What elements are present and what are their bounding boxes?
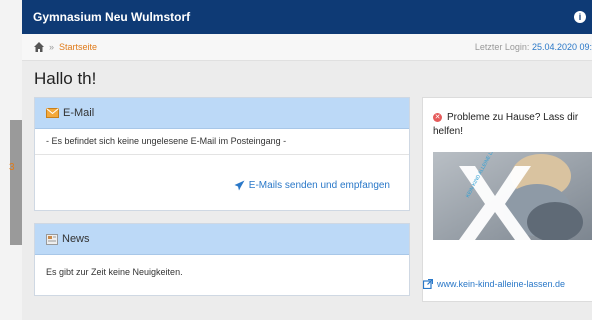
- help-campaign-link-label: www.kein-kind-alleine-lassen.de: [437, 279, 566, 289]
- last-login-date: 25.04.2020 09:: [531, 42, 592, 52]
- page-title: Hallo th!: [34, 69, 97, 88]
- left-edge-marker: 3: [9, 162, 15, 173]
- last-login-info: Letzter Login: 25.04.2020 09:: [475, 42, 592, 52]
- mail-panel-title: E-Mail: [63, 107, 95, 119]
- help-campaign-panel: ✕Probleme zu Hause? Lass dir helfen! KEI…: [422, 97, 592, 302]
- newspaper-icon: [46, 233, 58, 245]
- breadcrumb-startseite-link[interactable]: Startseite: [59, 42, 97, 52]
- left-scrollbar[interactable]: [10, 120, 22, 245]
- news-panel-title: News: [62, 233, 90, 245]
- app-title: Gymnasium Neu Wulmstorf: [33, 10, 191, 24]
- help-campaign-image[interactable]: KEIN KIND ALLEINE LASSEN: [433, 152, 592, 240]
- help-campaign-link[interactable]: www.kein-kind-alleine-lassen.de: [423, 279, 592, 289]
- paper-plane-icon: [234, 180, 245, 191]
- breadcrumb-separator: »: [49, 42, 55, 52]
- mail-panel-header: E-Mail: [35, 98, 409, 129]
- page-bottom-spacer: [34, 306, 592, 320]
- news-panel: News Es gibt zur Zeit keine Neuigkeiten.: [34, 223, 410, 296]
- send-receive-mail-label: E-Mails senden und empfangen: [248, 180, 390, 191]
- help-campaign-title: ✕ Probleme zu Hause? Lass dir helfen!: [433, 111, 591, 139]
- home-icon[interactable]: [33, 41, 45, 53]
- info-icon[interactable]: i: [574, 11, 586, 23]
- external-link-icon: [423, 279, 433, 289]
- news-panel-header: News: [35, 224, 409, 255]
- mail-empty-message: - Es befindet sich keine ungelesene E-Ma…: [35, 129, 409, 155]
- top-header-bar: Gymnasium Neu Wulmstorf i: [22, 0, 592, 34]
- envelope-icon: [46, 108, 59, 118]
- help-campaign-title-text: Probleme zu Hause? Lass dir helfen!: [433, 112, 579, 137]
- breadcrumb: » Startseite Letzter Login: 25.04.2020 0…: [22, 34, 592, 61]
- last-login-label: Letzter Login:: [474, 42, 530, 52]
- mail-panel: E-Mail - Es befindet sich keine ungelese…: [34, 97, 410, 211]
- alert-icon: ✕: [433, 113, 442, 122]
- news-empty-message: Es gibt zur Zeit keine Neuigkeiten.: [46, 267, 183, 277]
- campaign-photo: [433, 152, 592, 240]
- send-receive-mail-link[interactable]: E-Mails senden und empfangen: [234, 180, 390, 191]
